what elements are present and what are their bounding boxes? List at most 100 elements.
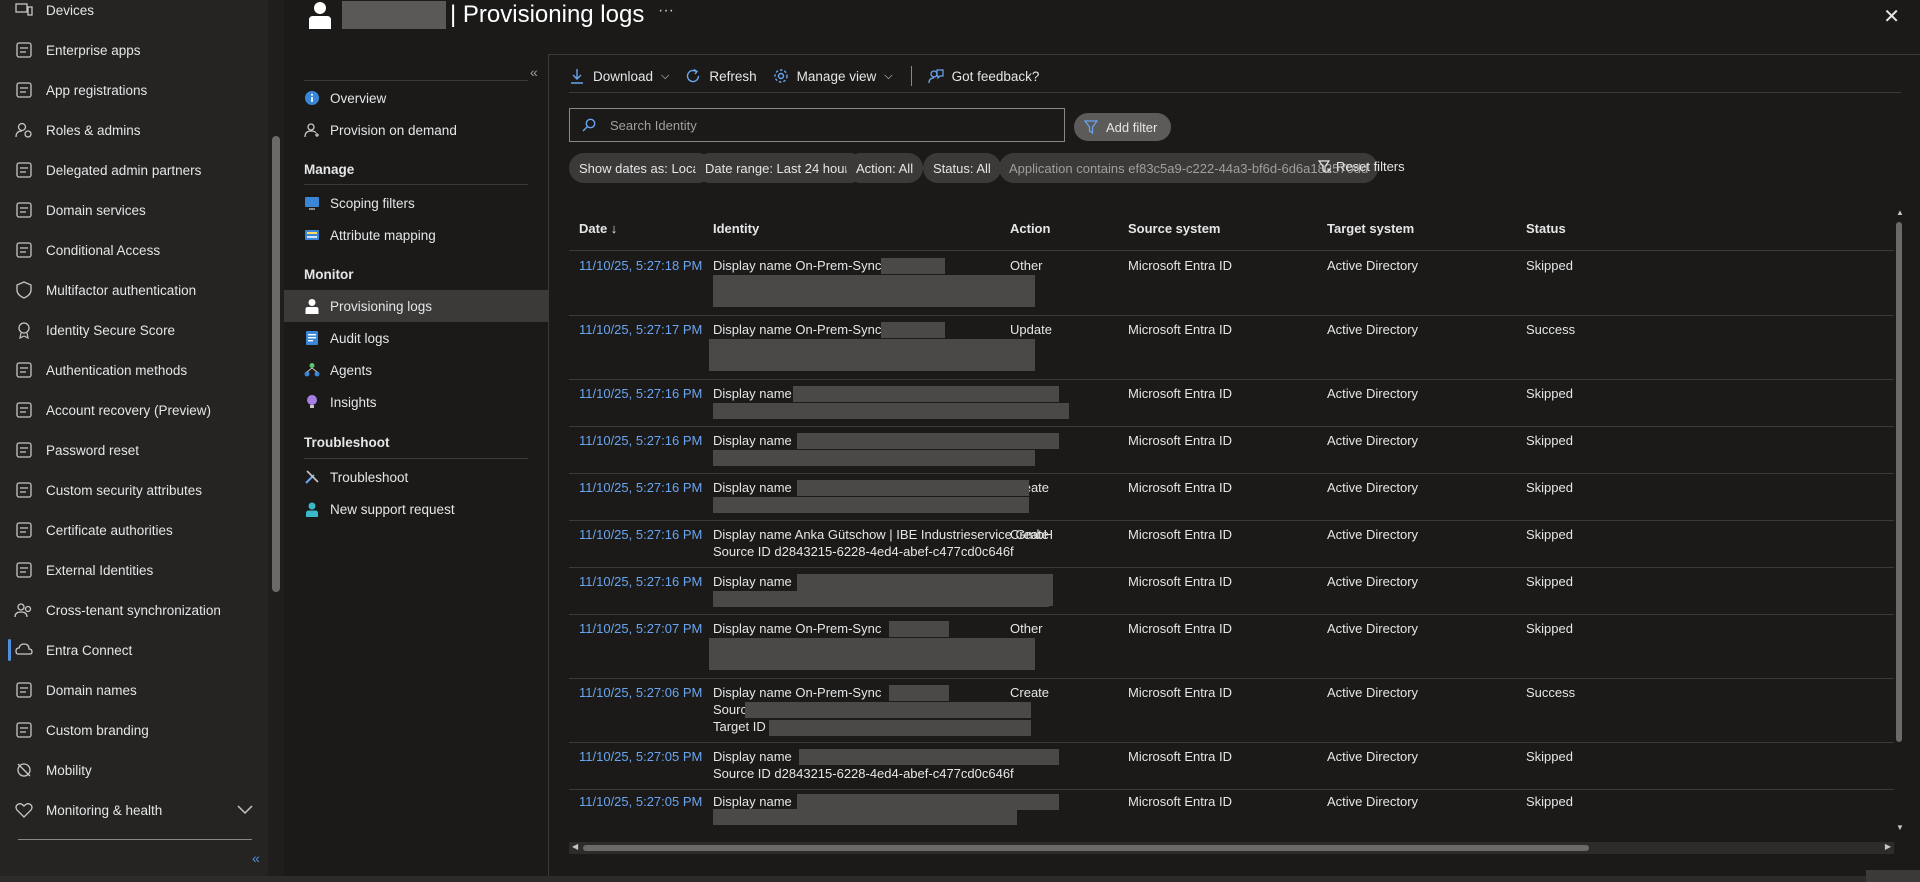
table-row[interactable]: 11/10/25, 5:27:16 PMDisplay nameCreateMi… bbox=[569, 426, 1894, 474]
table-row[interactable]: 11/10/25, 5:27:17 PM Display name On-Prem… bbox=[569, 315, 1894, 380]
nav-item-certificate-authorities[interactable]: Certificate authorities bbox=[0, 510, 258, 550]
identity-display-name: Display name bbox=[713, 749, 792, 764]
column-header-source-system[interactable]: Source system bbox=[1128, 221, 1221, 236]
nav-item-monitoring-health[interactable]: Monitoring & health bbox=[0, 790, 258, 830]
nav-item-cross-tenant-synchronization[interactable]: Cross-tenant synchronization bbox=[0, 590, 258, 630]
manage-view-button[interactable]: Manage view ⌵ bbox=[773, 68, 893, 84]
filter-pill-status[interactable]: Status: All bbox=[923, 153, 1001, 183]
scroll-left-arrow-icon[interactable]: ◀ bbox=[572, 842, 578, 851]
date-link[interactable]: 11/10/25, 5:27:17 PM bbox=[579, 321, 702, 338]
filter-icon bbox=[1084, 120, 1098, 134]
reset-filters-button[interactable]: Reset filters bbox=[1318, 159, 1405, 174]
redacted-identity-info bbox=[799, 749, 1059, 765]
chevron-down-icon[interactable] bbox=[236, 800, 254, 818]
refresh-button[interactable]: Refresh bbox=[685, 68, 757, 84]
nav-item-custom-branding[interactable]: Custom branding bbox=[0, 710, 258, 750]
table-row[interactable]: 11/10/25, 5:27:05 PM Display name Source I… bbox=[569, 742, 1894, 790]
nav-item-mobility[interactable]: Mobility bbox=[0, 750, 258, 790]
nav-item-enterprise-apps[interactable]: Enterprise apps bbox=[0, 30, 258, 70]
menu-item-new-support-request[interactable]: New support request bbox=[284, 493, 548, 525]
column-header-date[interactable]: Date ↓ bbox=[579, 221, 617, 236]
collapse-nav-button[interactable]: « bbox=[252, 850, 268, 870]
nav-item-custom-security-attributes[interactable]: Custom security attributes bbox=[0, 470, 258, 510]
table-row[interactable]: 11/10/25, 5:27:07 PM Display name On-Prem… bbox=[569, 614, 1894, 679]
left-nav-scrollbar-thumb[interactable] bbox=[272, 136, 280, 592]
target-system-cell: Active Directory bbox=[1327, 386, 1419, 401]
identity-source-id: Source ID d2843215-6228-4ed4-abef-c477cd… bbox=[713, 766, 1014, 781]
table-row[interactable]: 11/10/25, 5:27:16 PMDisplay nameCreateMi… bbox=[569, 379, 1894, 427]
redacted-identity-info bbox=[713, 275, 1035, 307]
nav-item-conditional-access[interactable]: Conditional Access bbox=[0, 230, 258, 270]
nav-item-devices[interactable]: Devices bbox=[0, 0, 258, 30]
date-link[interactable]: 11/10/25, 5:27:16 PM bbox=[579, 479, 702, 496]
menu-item-troubleshoot[interactable]: Troubleshoot bbox=[284, 461, 548, 493]
redacted-identity-info bbox=[881, 258, 945, 274]
nav-item-label: Custom security attributes bbox=[46, 482, 203, 498]
menu-item-label: New support request bbox=[330, 501, 455, 517]
menu-item-overview[interactable]: Overview bbox=[284, 82, 548, 114]
menu-item-provision-on-demand[interactable]: Provision on demand bbox=[284, 114, 548, 146]
scroll-right-arrow-icon[interactable]: ▶ bbox=[1885, 842, 1891, 851]
identity-source-id: Source ID d2843215-6228-4ed4-abef-c477cd… bbox=[713, 544, 1014, 559]
date-link[interactable]: 11/10/25, 5:27:16 PM bbox=[579, 526, 702, 543]
vertical-scroll-thumb[interactable] bbox=[1896, 222, 1902, 742]
date-link[interactable]: 11/10/25, 5:27:16 PM bbox=[579, 432, 702, 449]
search-input[interactable] bbox=[608, 116, 1052, 134]
table-row[interactable]: 11/10/25, 5:27:16 PM Display name Anka Gü… bbox=[569, 520, 1894, 568]
column-header-action[interactable]: Action bbox=[1010, 221, 1050, 236]
menu-item-attribute-mapping[interactable]: Attribute mapping bbox=[284, 219, 548, 251]
column-header-target-system[interactable]: Target system bbox=[1327, 221, 1414, 236]
date-link[interactable]: 11/10/25, 5:27:07 PM bbox=[579, 620, 702, 637]
date-link[interactable]: 11/10/25, 5:27:16 PM bbox=[579, 385, 702, 402]
feedback-button[interactable]: Got feedback? bbox=[927, 68, 1039, 84]
nav-item-roles-admins[interactable]: Roles & admins bbox=[0, 110, 258, 150]
table-horizontal-scrollbar[interactable]: ◀ ▶ bbox=[569, 842, 1894, 854]
menu-item-audit-logs[interactable]: Audit logs bbox=[284, 322, 548, 354]
table-row[interactable]: 11/10/25, 5:27:18 PM Display name On-Prem… bbox=[569, 251, 1894, 316]
nav-item-password-reset[interactable]: Password reset bbox=[0, 430, 258, 470]
table-row[interactable]: 11/10/25, 5:27:16 PMDisplay nameCreateMi… bbox=[569, 567, 1894, 615]
nav-item-label: Mobility bbox=[46, 762, 92, 778]
nav-item-identity-secure-score[interactable]: Identity Secure Score bbox=[0, 310, 258, 350]
more-options-button[interactable]: ··· bbox=[658, 2, 674, 20]
target-system-cell: Active Directory bbox=[1327, 433, 1419, 448]
nav-item-authentication-methods[interactable]: Authentication methods bbox=[0, 350, 258, 390]
filter-pill-action[interactable]: Action: All bbox=[846, 153, 924, 183]
search-box[interactable] bbox=[569, 108, 1065, 142]
horizontal-scroll-thumb[interactable] bbox=[583, 845, 1589, 851]
nav-item-app-registrations[interactable]: App registrations bbox=[0, 70, 258, 110]
scroll-down-arrow-icon[interactable]: ▼ bbox=[1895, 823, 1905, 832]
date-link[interactable]: 11/10/25, 5:27:16 PM bbox=[579, 573, 702, 590]
nav-item-domain-names[interactable]: Domain names bbox=[0, 670, 258, 710]
nav-item-account-recovery-preview[interactable]: Account recovery (Preview) bbox=[0, 390, 258, 430]
table-vertical-scrollbar[interactable]: ▲ ▼ bbox=[1894, 208, 1906, 832]
scroll-up-arrow-icon[interactable]: ▲ bbox=[1895, 208, 1905, 217]
date-link[interactable]: 11/10/25, 5:27:18 PM bbox=[579, 257, 702, 274]
menu-item-agents[interactable]: Agents bbox=[284, 354, 548, 386]
date-link[interactable]: 11/10/25, 5:27:05 PM bbox=[579, 748, 702, 765]
menu-item-provisioning-logs[interactable]: Provisioning logs bbox=[284, 290, 548, 322]
menu-item-insights[interactable]: Insights bbox=[284, 386, 548, 418]
close-button[interactable]: ✕ bbox=[1883, 4, 1900, 29]
nav-item-entra-connect[interactable]: Entra Connect bbox=[0, 630, 258, 670]
nav-item-multifactor-authentication[interactable]: Multifactor authentication bbox=[0, 270, 258, 310]
table-row[interactable]: 11/10/25, 5:27:05 PMDisplay nameCreateMi… bbox=[569, 789, 1894, 832]
column-header-status[interactable]: Status bbox=[1526, 221, 1566, 236]
info-icon bbox=[304, 90, 320, 106]
date-link[interactable]: 11/10/25, 5:27:05 PM bbox=[579, 793, 702, 810]
download-button[interactable]: Download ⌵ bbox=[569, 68, 669, 84]
collapse-menu-button[interactable]: « bbox=[530, 64, 538, 80]
menu-item-scoping-filters[interactable]: Scoping filters bbox=[284, 187, 548, 219]
table-row[interactable]: 11/10/25, 5:27:06 PM Display name On-Prem… bbox=[569, 678, 1894, 743]
filter-pill-dates[interactable]: Show dates as: Local bbox=[569, 153, 713, 183]
nav-item-domain-services[interactable]: Domain services bbox=[0, 190, 258, 230]
custom-branding-icon bbox=[14, 720, 34, 740]
table-row[interactable]: 11/10/25, 5:27:16 PMDisplay nameCreateMi… bbox=[569, 473, 1894, 521]
external-identities-icon bbox=[14, 560, 34, 580]
column-header-identity[interactable]: Identity bbox=[713, 221, 759, 236]
filter-pill-date-range[interactable]: Date range: Last 24 hours bbox=[695, 153, 866, 183]
add-filter-button[interactable]: Add filter bbox=[1074, 113, 1172, 141]
nav-item-delegated-admin-partners[interactable]: Delegated admin partners bbox=[0, 150, 258, 190]
date-link[interactable]: 11/10/25, 5:27:06 PM bbox=[579, 684, 702, 701]
nav-item-external-identities[interactable]: External Identities bbox=[0, 550, 258, 590]
